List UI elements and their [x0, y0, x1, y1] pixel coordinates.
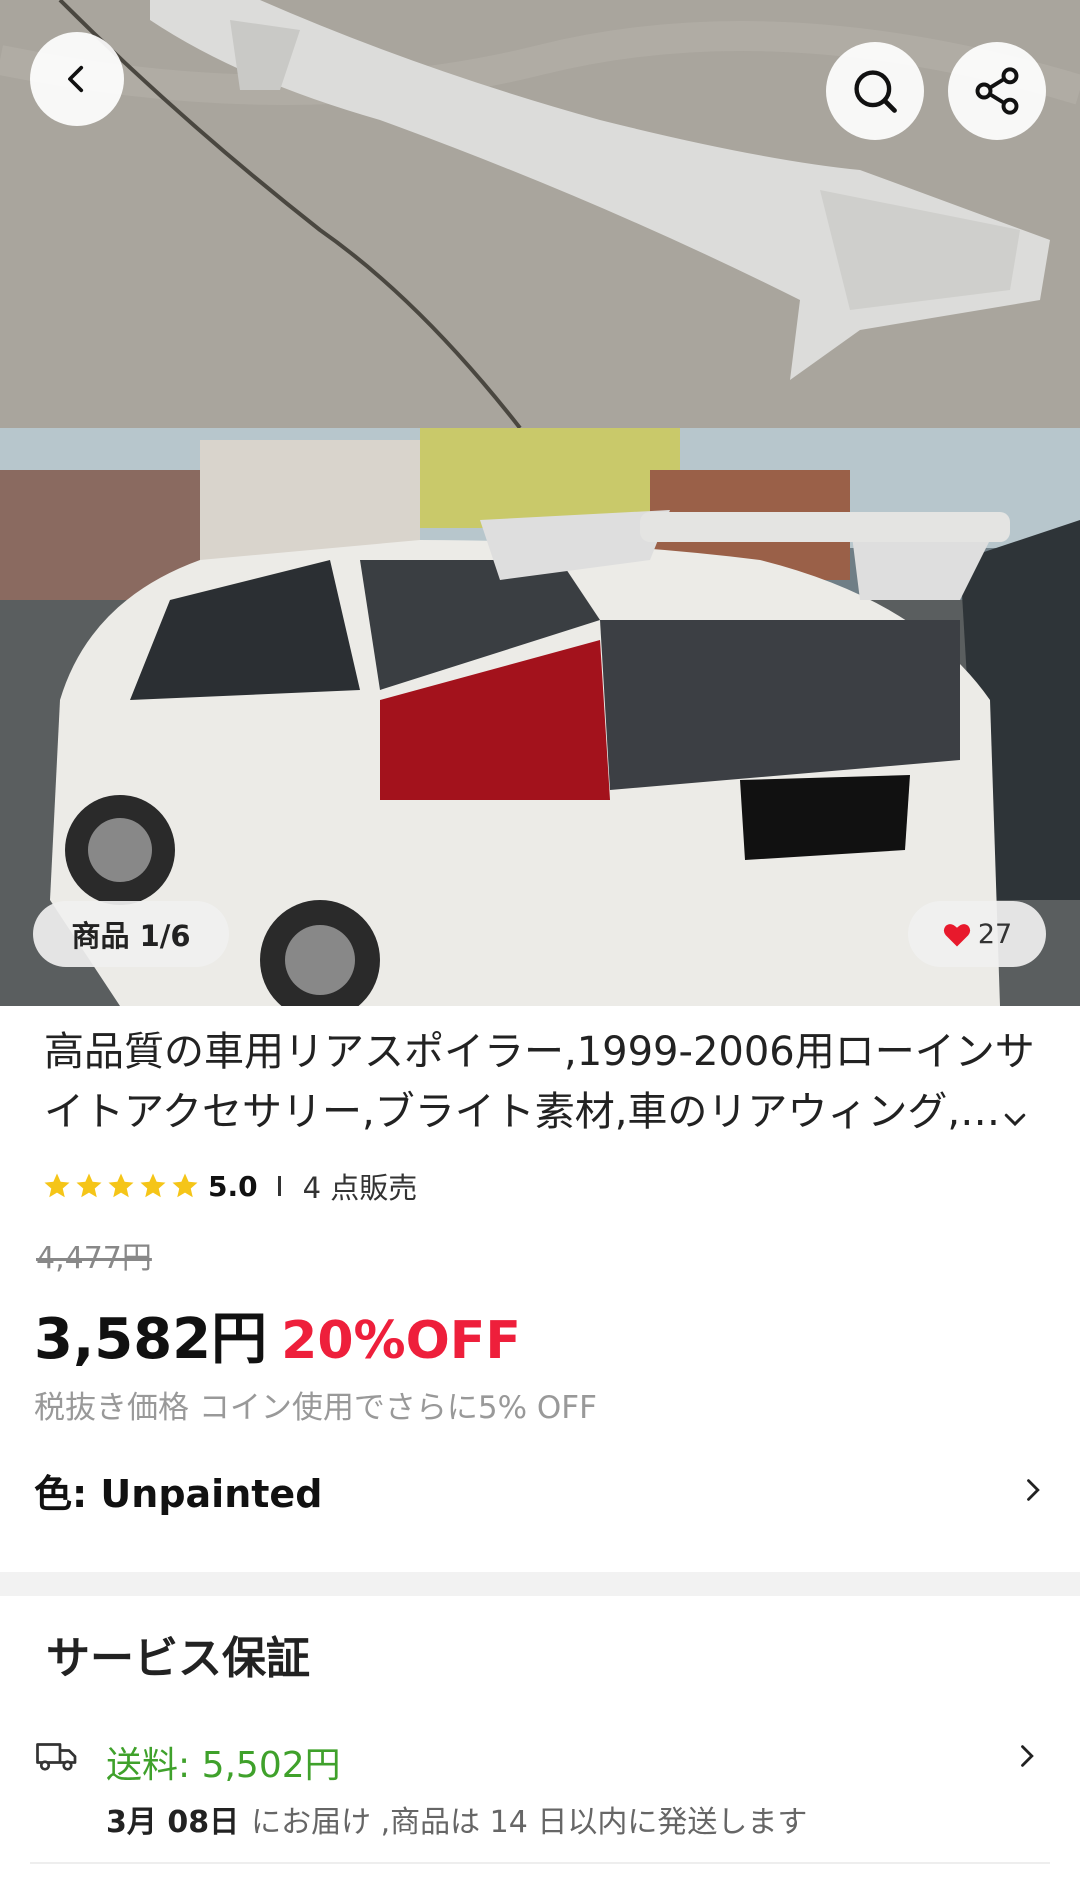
heart-icon [943, 924, 970, 947]
delivery-estimate: 3月 08日 にお届け ,商品は 14 日以内に発送します [106, 1797, 807, 1841]
sold-count: 4 点販売 [302, 1171, 418, 1205]
like-count: 27 [977, 918, 1013, 950]
search-icon [854, 70, 897, 113]
chevron-right-icon[interactable] [1012, 1740, 1040, 1772]
image-pager: 商品 1/6 [33, 901, 229, 967]
like-button[interactable]: 27 [908, 901, 1046, 967]
star-icon [44, 1173, 70, 1198]
star-icon [76, 1173, 102, 1198]
rating-separator [277, 1176, 281, 1196]
delivery-date: 3月 08日 [106, 1805, 240, 1840]
back-button[interactable] [30, 32, 124, 126]
star-icon [140, 1173, 166, 1198]
service-guarantee-title: サービス保証 [46, 1633, 310, 1684]
product-title-line-2: イトアクセサリー,ブライト素材,車のリアウィング,… [44, 1089, 1001, 1135]
chevron-right-icon [1027, 1479, 1040, 1501]
variant-selector[interactable]: 色: Unpainted [34, 1460, 1046, 1520]
shipping-fee[interactable]: 送料: 5,502円 [106, 1736, 341, 1788]
search-button[interactable] [826, 42, 924, 140]
discount-badge: 20%OFF [281, 1311, 521, 1371]
product-image-gallery[interactable]: 商品 1/6 27 [0, 0, 1080, 1006]
chevron-down-icon[interactable] [1000, 1104, 1030, 1134]
variant-label: 色: Unpainted [34, 1471, 323, 1516]
truck-icon [36, 1743, 77, 1771]
delivery-text: にお届け ,商品は 14 日以内に発送します [251, 1805, 808, 1840]
star-icon [172, 1173, 198, 1198]
row-divider [30, 1862, 1050, 1864]
star-icon [108, 1173, 134, 1198]
sale-price: 3,582円 [34, 1307, 268, 1372]
product-title-line-1: 高品質の車用リアスポイラー,1999-2006用ローインサ [44, 1029, 1034, 1075]
product-title[interactable]: 高品質の車用リアスポイラー,1999-2006用ローインサ イトアクセサリー,ブ… [44, 1022, 1034, 1142]
tax-note: 税抜き価格 コイン使用でさらに5% OFF [34, 1390, 597, 1426]
rating-value: 5.0 [208, 1169, 258, 1203]
rating-row: 5.0 4 点販売 [42, 1166, 417, 1206]
product-photo [0, 0, 1080, 1006]
original-price: 4,477円 [36, 1241, 152, 1276]
section-divider [0, 1572, 1080, 1596]
price-row: 3,582円 20%OFF [34, 1294, 521, 1375]
rating-stars [42, 1171, 200, 1201]
back-arrow-icon [68, 65, 84, 93]
share-icon [975, 67, 1019, 115]
share-button[interactable] [948, 42, 1046, 140]
